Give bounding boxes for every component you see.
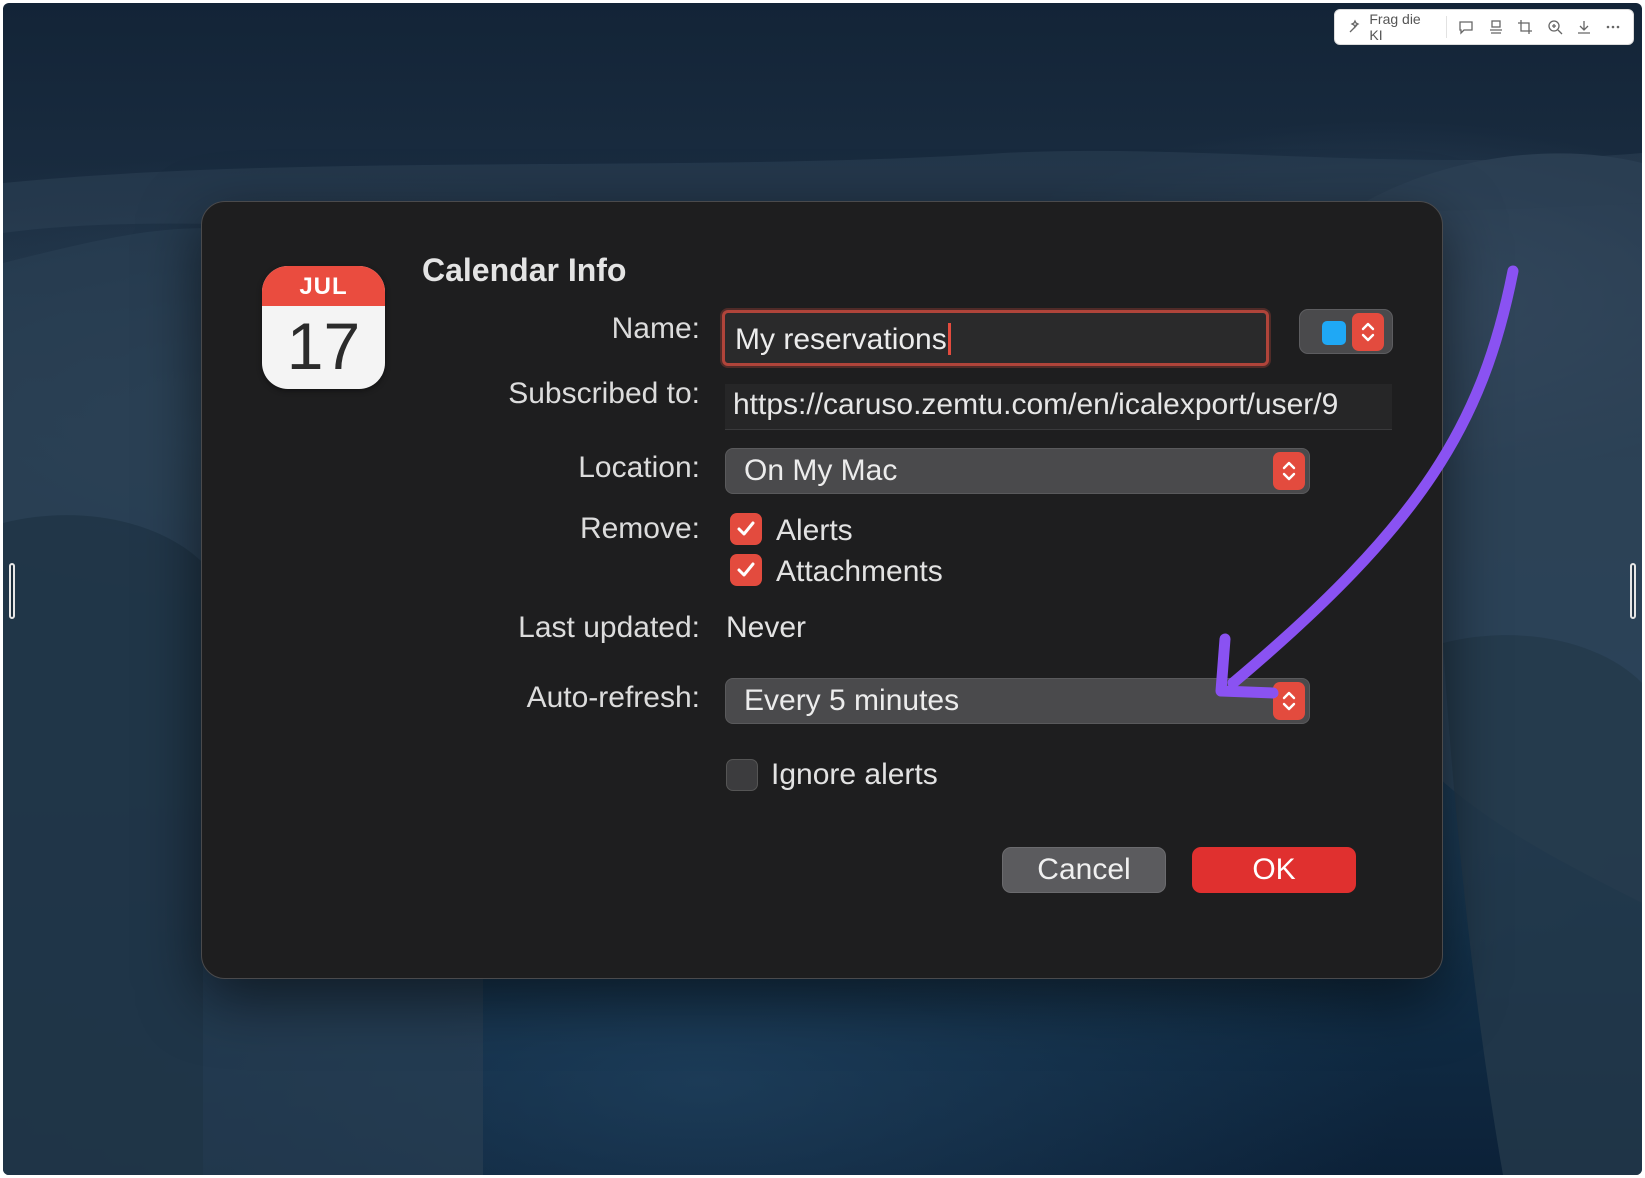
text-caret — [947, 323, 951, 355]
cancel-button[interactable]: Cancel — [1002, 847, 1166, 893]
chevron-up-down-icon — [1352, 313, 1384, 351]
checkmark-icon — [737, 562, 755, 577]
attachments-label[interactable]: Attachments — [776, 555, 943, 589]
image-viewer-toolbar: Frag die KI — [1334, 9, 1634, 45]
ask-ai-button[interactable]: Frag die KI — [1345, 11, 1447, 43]
calendar-app-icon: JUL 17 — [262, 266, 385, 389]
ignore-alerts-checkbox[interactable] — [726, 759, 758, 791]
location-label: Location: — [578, 451, 700, 484]
calendar-color-picker[interactable] — [1299, 309, 1393, 354]
stamp-icon[interactable] — [1486, 17, 1505, 37]
app-icon-month: JUL — [262, 266, 385, 306]
auto-refresh-label: Auto-refresh: — [526, 681, 700, 714]
comment-icon[interactable] — [1457, 17, 1476, 37]
alerts-label[interactable]: Alerts — [776, 514, 853, 548]
last-updated-label: Last updated: — [518, 611, 700, 644]
dialog-title: Calendar Info — [422, 252, 627, 288]
right-resize-handle[interactable] — [1630, 563, 1636, 619]
last-updated-value: Never — [726, 611, 807, 644]
sparkle-icon — [1345, 17, 1364, 37]
app-icon-day: 17 — [286, 309, 361, 383]
chevron-up-down-icon — [1273, 682, 1305, 720]
color-swatch — [1322, 321, 1346, 345]
more-icon[interactable] — [1604, 17, 1623, 37]
desktop-background: Frag die KI JUL 17 Calendar Info Name: M… — [3, 3, 1642, 1175]
attachments-checkbox[interactable] — [730, 554, 762, 586]
remove-label: Remove: — [579, 512, 700, 545]
ok-button[interactable]: OK — [1192, 847, 1356, 893]
alerts-checkbox[interactable] — [730, 513, 762, 545]
subscribed-label: Subscribed to: — [508, 377, 700, 410]
calendar-info-dialog: JUL 17 Calendar Info Name: My reservatio… — [201, 201, 1443, 979]
auto-refresh-popup[interactable]: Every 5 minutes — [725, 678, 1310, 724]
chevron-up-down-icon — [1273, 452, 1305, 490]
location-popup[interactable]: On My Mac — [725, 448, 1310, 494]
ask-ai-label: Frag die KI — [1369, 11, 1421, 43]
checkmark-icon — [737, 521, 755, 536]
location-value: On My Mac — [744, 454, 898, 487]
name-label: Name: — [611, 312, 700, 345]
name-field[interactable]: My reservations — [722, 310, 1269, 366]
crop-icon[interactable] — [1515, 17, 1534, 37]
download-icon[interactable] — [1574, 17, 1593, 37]
auto-refresh-value: Every 5 minutes — [744, 684, 960, 717]
left-resize-handle[interactable] — [9, 563, 15, 619]
name-field-value: My reservations — [735, 323, 947, 356]
subscription-url-field[interactable]: https://caruso.zemtu.com/en/icalexport/u… — [725, 384, 1392, 430]
ignore-alerts-label[interactable]: Ignore alerts — [771, 758, 938, 792]
zoom-icon[interactable] — [1545, 17, 1564, 37]
